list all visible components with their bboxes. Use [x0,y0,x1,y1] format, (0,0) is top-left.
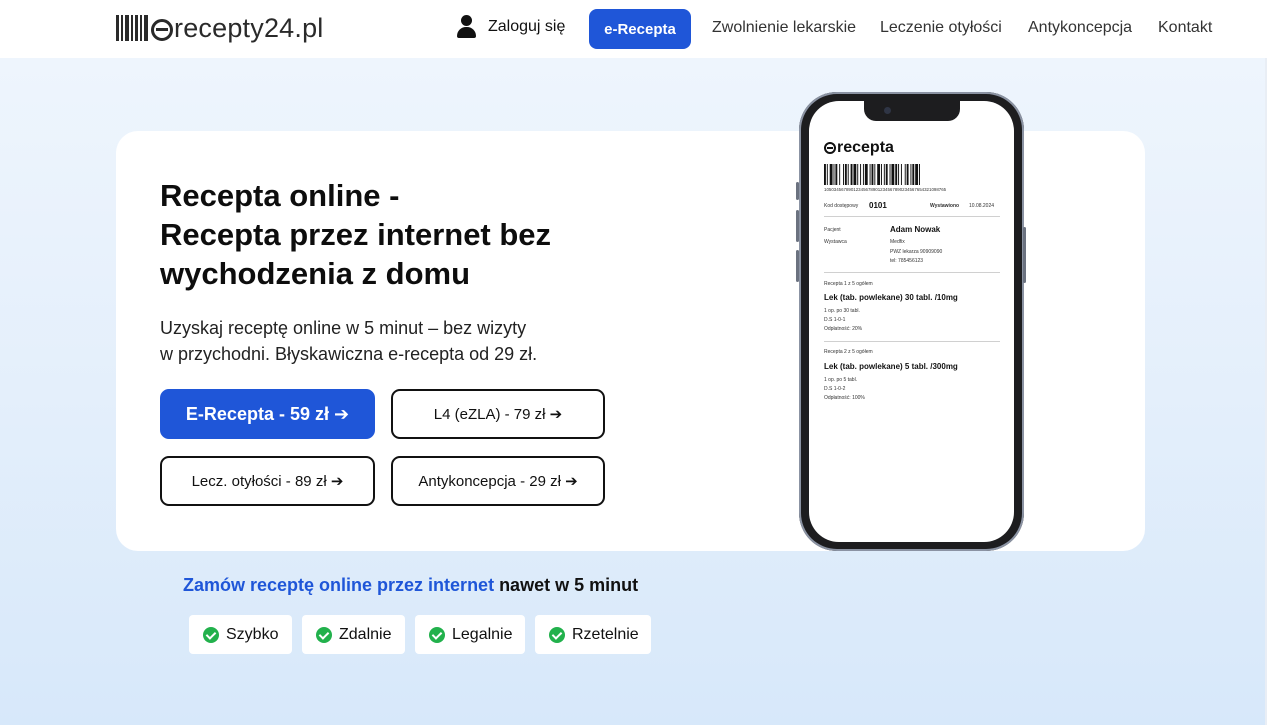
feature-badge-rzetelnie: Rzetelnie [535,615,651,654]
check-circle-icon [316,626,332,643]
prescription-item-header: Recepta 1 z 5 ogółem [824,281,873,287]
prescription-item-drug: Lek (tab. powlekane) 30 tabl. /10mg [824,293,958,302]
access-code-value: 0101 [869,201,887,210]
prescription-item-line: 1 op. po 30 tabl. [824,308,860,314]
divider [824,216,1000,217]
feature-label: Szybko [226,625,279,643]
logo-text: recepty24.pl [174,12,324,43]
patient-name: Adam Nowak [890,225,941,234]
prescription-logo: recepta [824,139,894,157]
hero-subtitle-line: w przychodni. Błyskawiczna e-recepta od … [160,344,538,364]
site-logo[interactable]: recepty24.pl [116,11,324,45]
phone-side-button [796,210,799,242]
check-circle-icon [549,626,565,643]
erecepta-nav-button[interactable]: e-Recepta [589,9,691,49]
check-circle-icon [429,626,445,643]
feature-label: Rzetelnie [572,625,639,643]
feature-label: Legalnie [452,625,513,643]
logo-e-icon [151,19,173,41]
feature-badge-legalnie: Legalnie [415,615,525,654]
logo-e-icon [824,142,836,154]
tagline-highlight: Zamów receptę online przez internet [183,575,495,595]
phone-side-button [796,182,799,200]
nav-link-zwolnienie[interactable]: Zwolnienie lekarskie [712,19,856,37]
tagline-rest: nawet w 5 minut [494,575,639,595]
issued-label: Wystawiono [930,203,960,209]
prescription-item-drug: Lek (tab. powlekane) 5 tabl. /300mg [824,362,958,371]
login-link[interactable]: Zaloguj się [456,15,565,39]
phone-notch [864,101,960,121]
hero-title-line: wychodzenia z domu [160,256,471,291]
patient-label: Pacjent [824,227,841,233]
prescription-item-line: Odpłatność: 100% [824,395,865,401]
nav-link-antykoncepcja[interactable]: Antykoncepcja [1028,19,1132,37]
hero-title-line: Recepta przez internet bez [160,217,552,252]
issuer-line: Medfix [890,239,905,245]
feature-label: Zdalnie [339,625,392,643]
prescription-logo-text: recepta [837,139,894,156]
issuer-line: PWZ lekarza 90909090 [890,249,943,255]
prescription-item-line: Odpłatność: 20% [824,326,863,332]
hero-subtitle-line: Uzyskaj receptę online w 5 minut – bez w… [160,318,527,338]
login-label: Zaloguj się [488,18,566,35]
phone-side-button [1023,227,1026,283]
check-circle-icon [203,626,219,643]
l4-ezla-button[interactable]: L4 (eZLA) - 79 zł ➔ [391,389,605,439]
issuer-label: Wystawca [824,239,847,245]
issuer-line: tel: 785456123 [890,258,924,264]
erecepta-button[interactable]: E-Recepta - 59 zł ➔ [160,389,375,439]
nav-link-kontakt[interactable]: Kontakt [1158,19,1212,37]
contraception-button[interactable]: Antykoncepcja - 29 zł ➔ [391,456,605,506]
hero-subtitle: Uzyskaj receptę online w 5 minut – bez w… [160,315,600,367]
site-header: recepty24.pl Zaloguj się e-Recepta Zwoln… [0,0,1267,58]
phone-screen: recepta 10503456789012345678901234567890… [809,101,1014,542]
barcode-icon [116,15,148,41]
divider [824,272,1000,273]
barcode-number: 1050345678901234567890123456789023456765… [824,187,947,192]
nav-link-leczenie-otylosci[interactable]: Leczenie otyłości [880,19,1002,37]
prescription-item-line: D.S 1-0-1 [824,317,846,323]
prescription-item-header: Recepta 2 z 5 ogółem [824,349,873,355]
issued-date: 10.08.2024 [969,203,995,209]
prescription-item-line: 1 op. po 5 tabl. [824,377,858,383]
obesity-treatment-button[interactable]: Lecz. otyłości - 89 zł ➔ [160,456,375,506]
phone-mockup: recepta 10503456789012345678901234567890… [796,92,1026,551]
access-code-label: Kod dostępowy [824,203,859,209]
divider [824,341,1000,342]
tagline: Zamów receptę online przez internet nawe… [183,575,638,596]
prescription-item-line: D.S 1-0-2 [824,386,846,392]
user-icon [456,15,476,39]
phone-side-button [796,250,799,282]
feature-badge-zdalnie: Zdalnie [302,615,405,654]
hero-title-line: Recepta online - [160,178,400,213]
barcode-graphic [824,164,920,185]
hero-title: Recepta online - Recepta przez internet … [160,176,630,293]
feature-badge-szybko: Szybko [189,615,292,654]
